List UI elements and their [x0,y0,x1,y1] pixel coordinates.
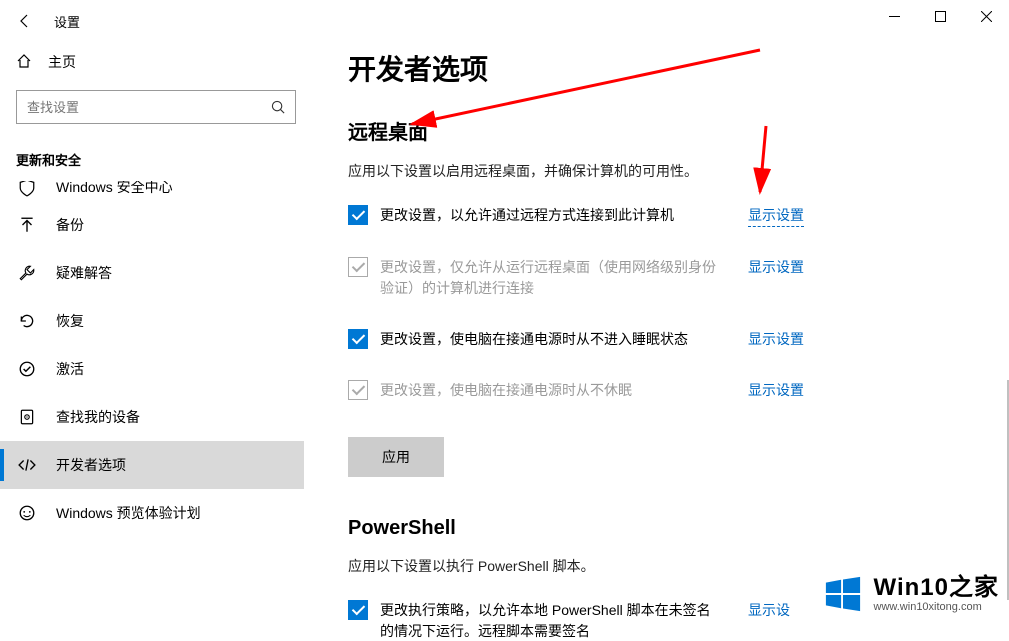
apply-button[interactable]: 应用 [348,437,444,477]
setting-label: 更改设置，以允许通过远程方式连接到此计算机 [380,205,720,226]
show-settings-link[interactable]: 显示设 [748,600,790,620]
setting-checkbox[interactable] [348,329,368,349]
setting-row: 更改设置，使电脑在接通电源时从不休眠 显示设置 [348,380,969,401]
setting-label: 更改设置，仅允许从运行远程桌面（使用网络级别身份验证）的计算机进行连接 [380,257,720,299]
sidebar-item-label: Windows 预览体验计划 [56,503,201,523]
section-remote-heading: 远程桌面 [348,116,969,145]
minimize-button[interactable] [871,0,917,32]
findmydevice-icon [18,408,36,426]
sidebar-item-label: 恢复 [56,311,84,331]
setting-checkbox[interactable] [348,205,368,225]
search-icon[interactable] [261,100,295,115]
sidebar-item-activation[interactable]: 激活 [0,345,304,393]
search-box[interactable] [16,90,296,124]
sidebar-item-label: 查找我的设备 [56,407,140,427]
setting-row: 更改设置，使电脑在接通电源时从不进入睡眠状态 显示设置 [348,329,969,350]
setting-checkbox [348,257,368,277]
backup-icon [18,216,36,234]
home-icon [16,53,32,72]
show-settings-link[interactable]: 显示设置 [748,380,804,400]
shield-icon [18,181,36,197]
setting-checkbox [348,380,368,400]
sidebar-item-label: Windows 安全中心 [56,181,173,197]
sidebar-home-label: 主页 [48,52,76,72]
sidebar-item-recovery[interactable]: 恢复 [0,297,304,345]
setting-checkbox[interactable] [348,600,368,620]
sidebar-item-label: 激活 [56,359,84,379]
maximize-button[interactable] [917,0,963,32]
sidebar-home[interactable]: 主页 [0,42,304,82]
sidebar-item-label: 备份 [56,215,84,235]
sidebar-item-troubleshoot[interactable]: 疑难解答 [0,249,304,297]
insider-icon [18,504,36,522]
page-title: 开发者选项 [348,48,969,88]
show-settings-link[interactable]: 显示设置 [748,205,804,227]
setting-row: 更改设置，仅允许从运行远程桌面（使用网络级别身份验证）的计算机进行连接 显示设置 [348,257,969,299]
recovery-icon [18,312,36,330]
setting-label: 更改设置，使电脑在接通电源时从不进入睡眠状态 [380,329,720,350]
show-settings-link[interactable]: 显示设置 [748,257,804,277]
setting-label: 更改执行策略，以允许本地 PowerShell 脚本在未签名的情况下运行。远程脚… [380,600,720,641]
sidebar-item-backup[interactable]: 备份 [0,201,304,249]
sidebar-item-shield[interactable]: Windows 安全中心 [0,181,304,201]
close-icon [981,11,992,22]
watermark: Win10之家 www.win10xitong.com [824,575,999,613]
troubleshoot-icon [18,264,36,282]
sidebar-item-findmydevice[interactable]: 查找我的设备 [0,393,304,441]
sidebar: 主页 更新和安全 Windows 安全中心备份疑难解答恢复激活查找我的设备开发者… [0,42,320,641]
activation-icon [18,360,36,378]
section-powershell-heading: PowerShell [348,517,969,540]
section-remote-desc: 应用以下设置以启用远程桌面，并确保计算机的可用性。 [348,161,969,181]
windows-logo-icon [824,575,862,613]
sidebar-item-label: 疑难解答 [56,263,112,283]
show-settings-link[interactable]: 显示设置 [748,329,804,349]
sidebar-item-developer[interactable]: 开发者选项 [0,441,304,489]
close-button[interactable] [963,0,1009,32]
maximize-icon [935,11,946,22]
arrow-left-icon [17,13,33,29]
back-button[interactable] [0,0,50,42]
sidebar-item-insider[interactable]: Windows 预览体验计划 [0,489,304,537]
developer-icon [18,456,36,474]
setting-label: 更改设置，使电脑在接通电源时从不休眠 [380,380,720,401]
sidebar-category: 更新和安全 [0,140,304,181]
watermark-suffix: 之家 [949,575,999,601]
watermark-url: www.win10xitong.com [874,601,999,613]
titlebar: 设置 [0,0,1009,42]
search-input[interactable] [17,100,261,115]
app-title: 设置 [50,12,80,31]
sidebar-item-label: 开发者选项 [56,455,126,475]
setting-row: 更改设置，以允许通过远程方式连接到此计算机 显示设置 [348,205,969,227]
watermark-brand: Win10 [874,574,949,601]
minimize-icon [889,11,900,22]
content-area: 开发者选项 远程桌面 应用以下设置以启用远程桌面，并确保计算机的可用性。 更改设… [320,42,1009,641]
